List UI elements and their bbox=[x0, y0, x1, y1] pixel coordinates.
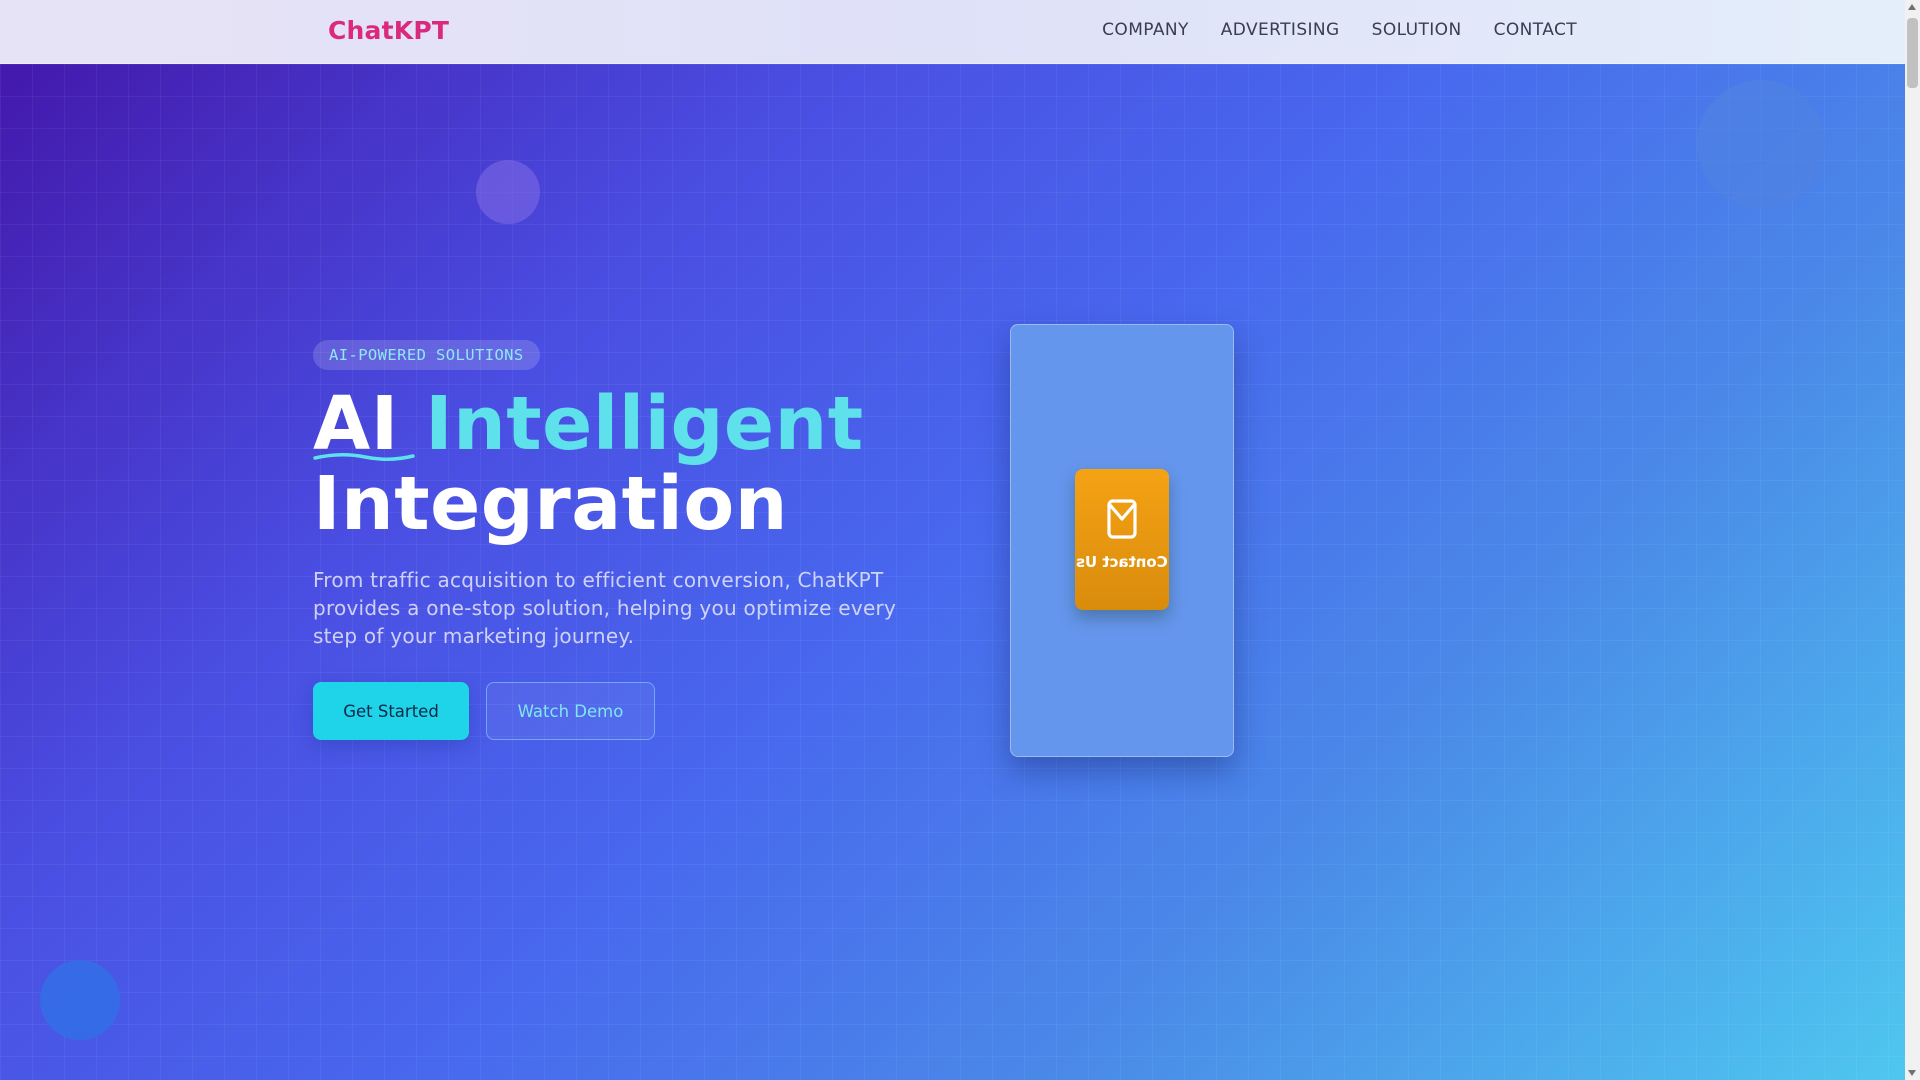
hero-content: AI-POWERED SOLUTIONS AI Intelligent Inte… bbox=[313, 340, 953, 740]
scrollbar-thumb[interactable] bbox=[1907, 18, 1918, 88]
scroll-down-arrow-icon[interactable] bbox=[1908, 1070, 1916, 1076]
page-scrollbar[interactable] bbox=[1905, 0, 1920, 1080]
hero-title-ai: AI bbox=[313, 384, 415, 464]
mail-icon bbox=[1107, 499, 1137, 539]
nav-links: COMPANY ADVERTISING SOLUTION CONTACT bbox=[1102, 20, 1577, 40]
brand-logo[interactable]: ChatKPT bbox=[328, 16, 449, 45]
get-started-button[interactable]: Get Started bbox=[313, 682, 469, 740]
nav-item-solution[interactable]: SOLUTION bbox=[1372, 20, 1462, 40]
hero-description: From traffic acquisition to efficient co… bbox=[313, 568, 897, 648]
contact-us-card[interactable]: Contact Us bbox=[1075, 469, 1169, 610]
nav-item-contact[interactable]: CONTACT bbox=[1494, 20, 1577, 40]
decorative-circle bbox=[1697, 80, 1825, 208]
phone-mockup: Contact Us bbox=[1010, 324, 1234, 757]
hero-title: AI Intelligent Integration bbox=[313, 384, 953, 544]
nav-item-advertising[interactable]: ADVERTISING bbox=[1221, 20, 1340, 40]
decorative-circle bbox=[476, 160, 540, 224]
hero-badge: AI-POWERED SOLUTIONS bbox=[313, 340, 540, 370]
hero-title-line2: Integration bbox=[313, 461, 788, 547]
contact-us-label: Contact Us bbox=[1076, 553, 1168, 571]
hero-section: AI-POWERED SOLUTIONS AI Intelligent Inte… bbox=[0, 0, 1905, 1080]
hero-buttons: Get Started Watch Demo bbox=[313, 682, 953, 740]
watch-demo-button[interactable]: Watch Demo bbox=[486, 682, 655, 740]
scroll-up-arrow-icon[interactable] bbox=[1908, 4, 1916, 10]
hero-title-accent: Intelligent bbox=[425, 381, 864, 467]
nav-item-company[interactable]: COMPANY bbox=[1102, 20, 1189, 40]
top-navbar: ChatKPT COMPANY ADVERTISING SOLUTION CON… bbox=[0, 0, 1905, 64]
underline-squiggle bbox=[313, 453, 415, 461]
decorative-circle bbox=[40, 960, 120, 1040]
